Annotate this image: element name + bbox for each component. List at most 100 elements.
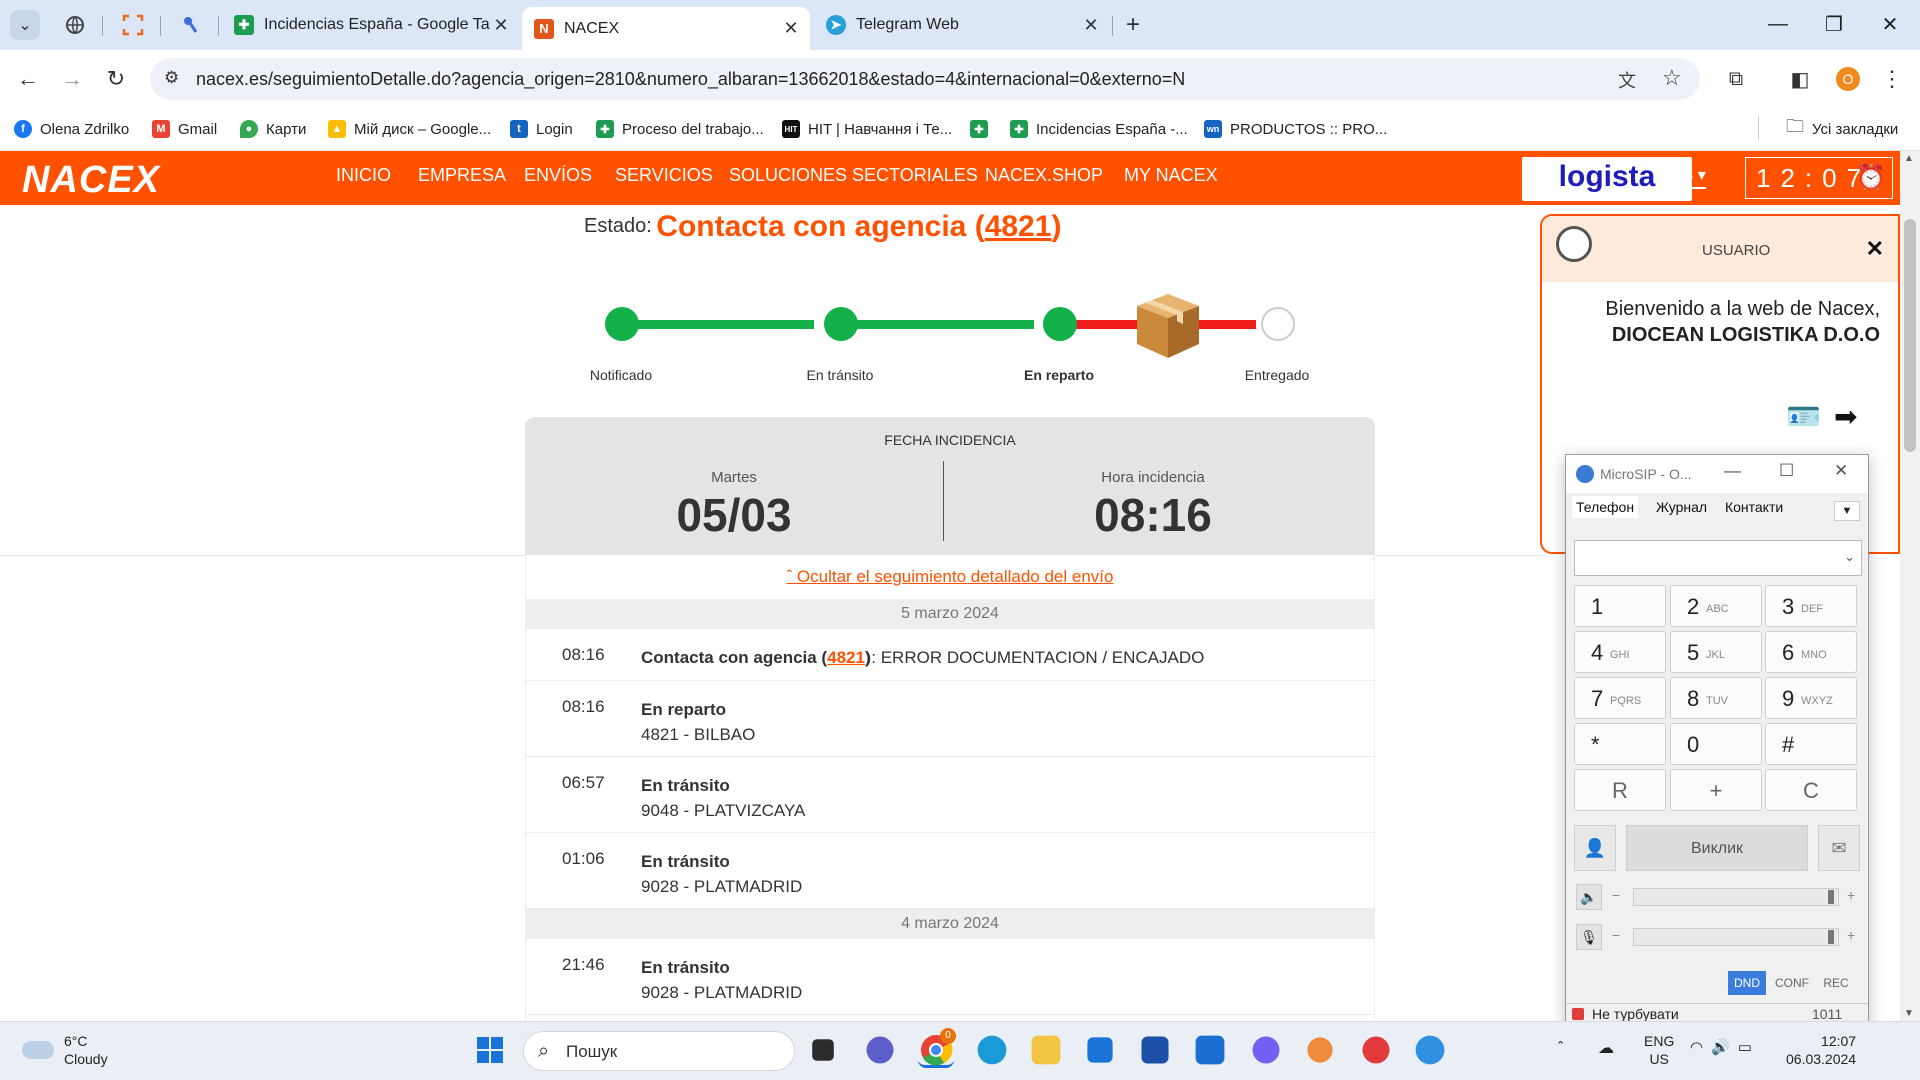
close-tab-icon[interactable]: ✕: [490, 15, 512, 36]
microphone-volume-slider[interactable]: [1633, 928, 1839, 946]
dial-key-*[interactable]: *: [1574, 723, 1666, 765]
number-input[interactable]: ⌄: [1574, 540, 1862, 576]
speaker-volume-slider[interactable]: [1633, 888, 1839, 906]
onedrive-icon[interactable]: ☁: [1598, 1038, 1614, 1058]
dial-key-C[interactable]: C: [1765, 769, 1857, 811]
tab-search-button[interactable]: ⌄: [10, 10, 40, 40]
agency-link[interactable]: 4821: [827, 648, 865, 667]
menu-envios[interactable]: ENVÍOS: [524, 165, 592, 186]
close-button[interactable]: ✕: [1834, 461, 1848, 481]
bookmark-item[interactable]: ✚ Incidencias España -...: [1010, 117, 1188, 141]
new-tab-button[interactable]: +: [1118, 10, 1148, 40]
hide-detail-link[interactable]: ˆ Ocultar el seguimiento detallado del e…: [526, 555, 1374, 599]
edge-icon[interactable]: [977, 1035, 1007, 1065]
minimize-window-button[interactable]: —: [1758, 8, 1798, 40]
task-view-icon[interactable]: [812, 1039, 834, 1061]
app-icon[interactable]: [1307, 1037, 1333, 1063]
microphone-icon[interactable]: 🎙: [1576, 924, 1602, 950]
dial-key-4[interactable]: 4 GHI: [1574, 631, 1666, 673]
close-tab-icon[interactable]: ✕: [1080, 15, 1102, 36]
menu-servicios[interactable]: SERVICIOS: [615, 165, 713, 186]
menu-dropdown-button[interactable]: ▼: [1834, 501, 1860, 521]
tab-phone[interactable]: Телефон: [1572, 496, 1639, 518]
agency-link[interactable]: 4821: [985, 210, 1052, 243]
maximize-button[interactable]: ☐: [1779, 461, 1794, 481]
close-window-button[interactable]: ✕: [1870, 8, 1910, 40]
menu-my-nacex[interactable]: MY NACEX: [1124, 165, 1218, 186]
tab-journal[interactable]: Журнал: [1656, 499, 1707, 515]
tab-telegram[interactable]: ➤ Telegram Web ✕: [814, 7, 1110, 43]
dial-key-1[interactable]: 1: [1574, 585, 1666, 627]
bookmark-item[interactable]: ● Карти: [240, 117, 306, 141]
logista-logo[interactable]: logista: [1522, 157, 1692, 201]
clock-app-icon[interactable]: [1362, 1036, 1390, 1064]
dial-key-#[interactable]: #: [1765, 723, 1857, 765]
restore-window-button[interactable]: ❐: [1814, 8, 1854, 40]
weather-widget[interactable]: 6°C Cloudy: [22, 1032, 108, 1068]
profile-card-icon[interactable]: 🪪: [1786, 400, 1821, 433]
store-icon[interactable]: [1141, 1036, 1169, 1064]
dial-key-9[interactable]: 9 WXYZ: [1765, 677, 1857, 719]
microsip-taskbar-icon[interactable]: [1415, 1035, 1445, 1065]
chrome-taskbar-icon[interactable]: 0: [918, 1028, 956, 1068]
side-panel-icon[interactable]: ◧: [1784, 63, 1816, 95]
dnd-button[interactable]: DND: [1728, 971, 1766, 995]
browser-menu-icon[interactable]: ⋮: [1876, 63, 1908, 95]
file-explorer-icon[interactable]: [1031, 1035, 1061, 1065]
system-tray-icons[interactable]: ◠🔊▭: [1690, 1038, 1760, 1056]
pinned-tab-capture-icon[interactable]: [118, 10, 148, 40]
dial-key-0[interactable]: 0: [1670, 723, 1762, 765]
forward-button[interactable]: →: [56, 63, 88, 95]
dial-key-+[interactable]: +: [1670, 769, 1762, 811]
conf-button[interactable]: CONF: [1770, 971, 1814, 995]
dial-key-R[interactable]: R: [1574, 769, 1666, 811]
back-button[interactable]: ←: [12, 63, 44, 95]
dial-key-2[interactable]: 2 ABC: [1670, 585, 1762, 627]
bookmark-item[interactable]: HIT HIT | Навчання і Те...: [782, 117, 952, 141]
teams-chat-icon[interactable]: [866, 1036, 894, 1064]
input-language[interactable]: ENG US: [1644, 1032, 1674, 1068]
bookmark-star-icon[interactable]: ☆: [1662, 65, 1682, 91]
dial-key-8[interactable]: 8 TUV: [1670, 677, 1762, 719]
dial-key-6[interactable]: 6 MNO: [1765, 631, 1857, 673]
bookmark-item[interactable]: t Login: [510, 117, 573, 141]
menu-inicio[interactable]: INICIO: [336, 165, 391, 186]
windows-start-icon[interactable]: [472, 1032, 508, 1068]
bookmark-item[interactable]: f Olena Zdrilko: [14, 117, 129, 141]
address-bar[interactable]: ⚙ nacex.es/seguimientoDetalle.do?agencia…: [150, 58, 1700, 100]
bookmark-item[interactable]: M Gmail: [152, 117, 217, 141]
mail-icon[interactable]: [1087, 1037, 1113, 1063]
dial-key-5[interactable]: 5 JKL: [1670, 631, 1762, 673]
nacex-logo[interactable]: NACEX: [22, 159, 160, 202]
translate-icon[interactable]: 文: [1618, 67, 1636, 93]
speaker-icon[interactable]: 🔈: [1576, 884, 1602, 910]
bookmark-item[interactable]: ✚ Proceso del trabajo...: [596, 117, 764, 141]
dial-key-7[interactable]: 7 PQRS: [1574, 677, 1666, 719]
bookmark-item[interactable]: ✚: [970, 117, 996, 141]
all-bookmarks-button[interactable]: 🗀 Усі закладки: [1786, 116, 1898, 141]
viber-icon[interactable]: [1252, 1036, 1280, 1064]
call-button[interactable]: Виклик: [1626, 825, 1808, 871]
message-icon[interactable]: ✉: [1818, 825, 1860, 871]
menu-empresa[interactable]: EMPRESA: [418, 165, 506, 186]
app-s-icon[interactable]: [1195, 1035, 1225, 1065]
bookmark-item[interactable]: ▲ Мій диск – Google...: [328, 117, 491, 141]
site-info-icon[interactable]: ⚙: [164, 68, 179, 88]
minimize-button[interactable]: —: [1724, 461, 1741, 481]
close-tab-icon[interactable]: ✕: [780, 18, 802, 39]
taskbar-search[interactable]: ⌕ Пошук: [523, 1031, 795, 1071]
tab-nacex[interactable]: N NACEX ✕: [522, 7, 810, 50]
scrollbar-thumb[interactable]: [1904, 219, 1916, 452]
show-hidden-icons[interactable]: ˆ: [1558, 1040, 1563, 1058]
pinned-tab-app-icon[interactable]: [176, 10, 206, 40]
contact-icon[interactable]: 👤: [1574, 825, 1616, 871]
dial-key-3[interactable]: 3 DEF: [1765, 585, 1857, 627]
menu-soluciones-sectoriales[interactable]: SOLUCIONES SECTORIALES: [729, 165, 978, 186]
tab-contacts[interactable]: Контакти: [1725, 499, 1783, 515]
close-icon[interactable]: ✕: [1866, 236, 1884, 262]
taskbar-clock[interactable]: 12:07 06.03.2024: [1786, 1032, 1856, 1068]
profile-avatar[interactable]: O: [1832, 63, 1864, 95]
reload-button[interactable]: ↻: [100, 63, 132, 95]
menu-nacex-shop[interactable]: NACEX.SHOP: [985, 165, 1103, 186]
chevron-down-icon[interactable]: ⌄: [1844, 549, 1855, 565]
